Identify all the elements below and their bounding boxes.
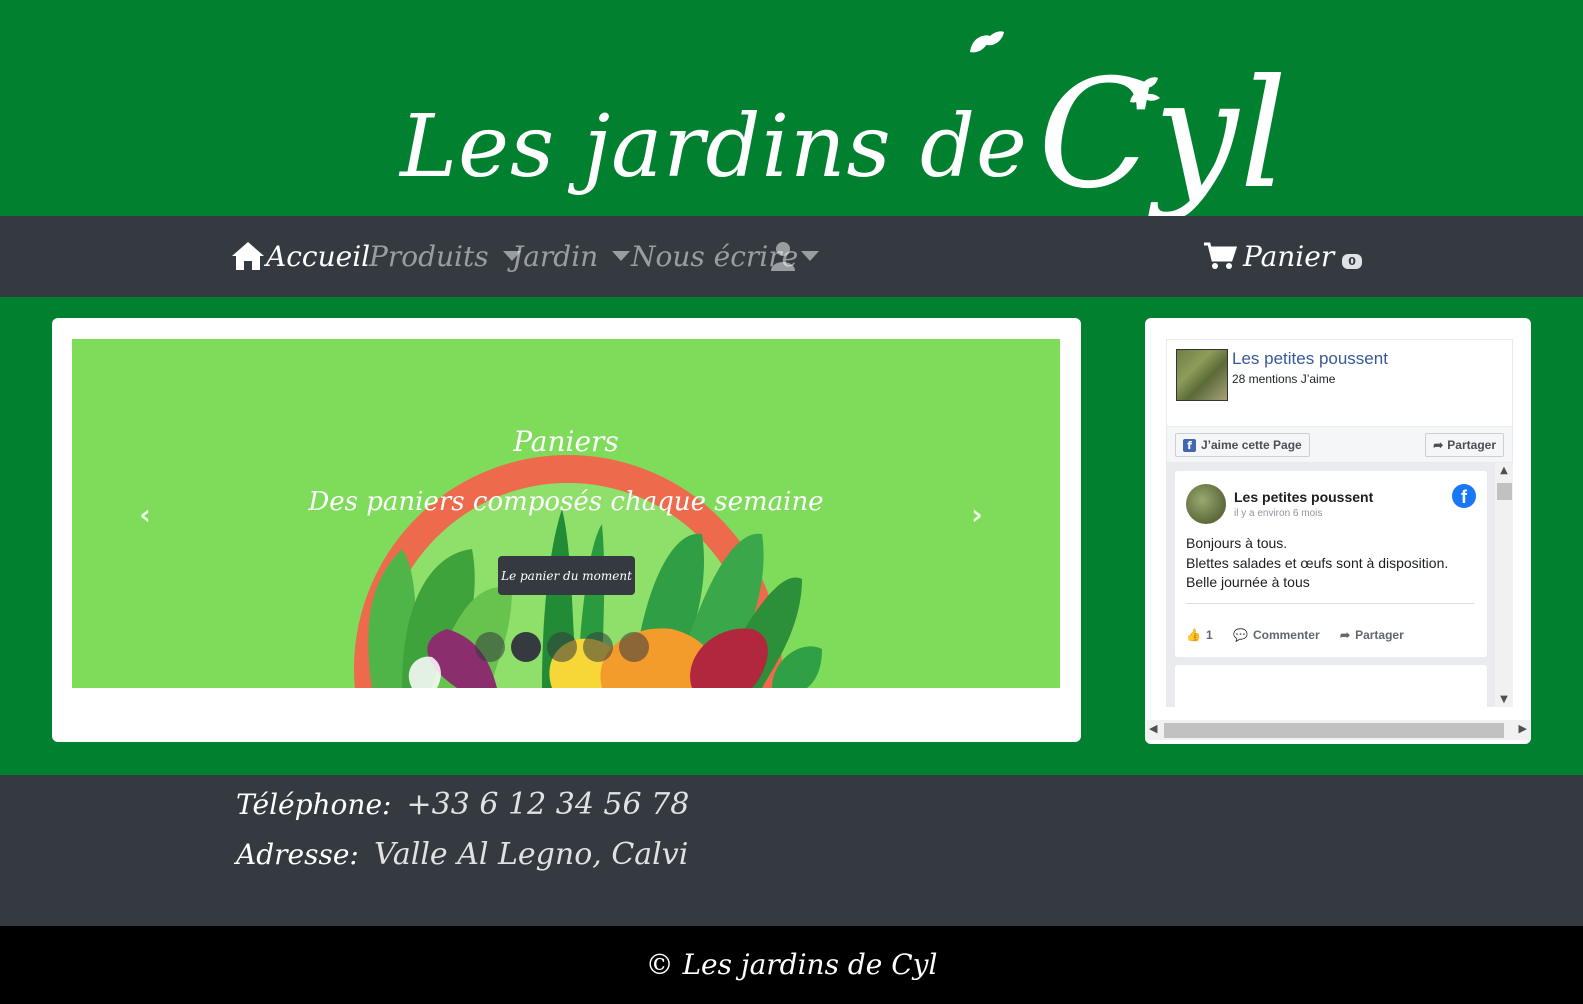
scroll-left-icon[interactable]: ◀ bbox=[1149, 722, 1157, 735]
home-icon bbox=[232, 242, 264, 270]
share-arrow-icon: ➦ bbox=[1433, 438, 1444, 452]
logo-text-big: Cyl bbox=[1037, 48, 1289, 222]
fb-post-author[interactable]: Les petites poussent bbox=[1234, 489, 1373, 505]
fb-post: Les petites poussent il y a environ 6 mo… bbox=[1175, 471, 1487, 657]
address-value: Valle Al Legno, Calvi bbox=[373, 837, 689, 872]
nav-cart[interactable]: Panier 0 bbox=[1203, 236, 1362, 276]
nav-products-dropdown[interactable]: Produits bbox=[369, 236, 521, 276]
fb-comment-label: Commenter bbox=[1252, 628, 1320, 642]
logo-text: Les jardins de bbox=[400, 97, 1028, 197]
copyright-bar: © Les jardins de Cyl bbox=[0, 926, 1583, 1004]
facebook-widget-card: Les petites poussent 28 mentions J’aime … bbox=[1145, 318, 1531, 744]
scrollbar-thumb[interactable] bbox=[1497, 483, 1512, 500]
horizontal-scrollbar[interactable]: ◀ ▶ bbox=[1145, 720, 1531, 740]
comment-icon: 💬 bbox=[1233, 628, 1248, 642]
fb-like-count: 1 bbox=[1205, 628, 1213, 642]
phone-value[interactable]: +33 6 12 34 56 78 bbox=[407, 787, 690, 822]
current-basket-button[interactable]: Le panier du moment bbox=[498, 556, 635, 595]
fb-post-text: Bonjours à tous. Blettes salades et œufs… bbox=[1186, 534, 1448, 593]
fb-post-time[interactable]: il y a environ 6 mois bbox=[1234, 508, 1322, 519]
carousel-indicator[interactable] bbox=[475, 632, 505, 662]
fb-post-line: Belle journée à tous bbox=[1186, 574, 1310, 590]
carousel-indicator[interactable] bbox=[583, 632, 613, 662]
carousel: Paniers Des paniers composés chaque sema… bbox=[72, 339, 1060, 688]
main-navbar: Accueil Produits Jardin Nous écrire Pani… bbox=[0, 216, 1583, 297]
chevron-right-icon: › bbox=[971, 497, 983, 531]
fb-page-header: Les petites poussent 28 mentions J’aime bbox=[1166, 339, 1513, 427]
fb-action-bar: f J’aime cette Page ➦ Partager bbox=[1166, 427, 1513, 463]
divider bbox=[1186, 603, 1474, 604]
carousel-indicator-active[interactable] bbox=[511, 632, 541, 662]
contact-info-footer: Téléphone: +33 6 12 34 56 78 Adresse: Va… bbox=[0, 775, 1583, 926]
scroll-down-icon[interactable]: ▼ bbox=[1495, 694, 1513, 705]
chevron-left-icon: ‹ bbox=[139, 497, 151, 531]
fb-feed[interactable]: Les petites poussent il y a environ 6 mo… bbox=[1166, 463, 1513, 707]
nav-garden-dropdown[interactable]: Jardin bbox=[512, 236, 631, 276]
cart-icon bbox=[1204, 242, 1237, 269]
nav-home[interactable]: Accueil bbox=[230, 236, 370, 276]
fb-like-page-label: J’aime cette Page bbox=[1201, 438, 1302, 452]
fb-share-label: Partager bbox=[1447, 438, 1496, 452]
caret-down-icon bbox=[801, 251, 819, 261]
fb-share-button[interactable]: ➦ Partager bbox=[1425, 433, 1504, 457]
fb-post-line: Bonjours à tous. bbox=[1186, 535, 1288, 551]
nav-user-dropdown[interactable] bbox=[771, 236, 819, 276]
fb-post-share-button[interactable]: ➦ Partager bbox=[1340, 628, 1404, 642]
fb-post-line: Blettes salades et œufs sont à dispositi… bbox=[1186, 554, 1449, 571]
leaf-icon bbox=[970, 31, 1004, 53]
fb-post-share-label: Partager bbox=[1355, 628, 1404, 642]
carousel-indicators bbox=[475, 632, 649, 662]
fb-page-likes: 28 mentions J’aime bbox=[1232, 372, 1336, 386]
thumbs-up-icon: 👍 bbox=[1186, 628, 1201, 642]
caret-down-icon bbox=[612, 251, 631, 261]
fb-page-name[interactable]: Les petites poussent bbox=[1232, 349, 1388, 369]
carousel-indicator[interactable] bbox=[547, 632, 577, 662]
carousel-title: Paniers bbox=[513, 425, 619, 458]
fb-page-thumbnail[interactable] bbox=[1176, 349, 1228, 401]
nav-home-label: Accueil bbox=[266, 239, 371, 273]
share-arrow-icon: ➦ bbox=[1340, 628, 1351, 642]
facebook-icon: f bbox=[1183, 438, 1196, 452]
fb-comment-button[interactable]: 💬 Commenter bbox=[1233, 628, 1320, 642]
copyright-text: © Les jardins de Cyl bbox=[645, 948, 938, 981]
scroll-up-icon[interactable]: ▲ bbox=[1495, 465, 1513, 476]
carousel-next-button[interactable]: › bbox=[962, 497, 992, 531]
cart-count-badge: 0 bbox=[1342, 253, 1362, 269]
carousel-card: Paniers Des paniers composés chaque sema… bbox=[52, 318, 1081, 742]
site-header: Les jardins deCyl bbox=[0, 0, 1583, 222]
facebook-logo-icon[interactable]: f bbox=[1452, 484, 1476, 508]
nav-garden-label: Jardin bbox=[512, 239, 599, 273]
phone-label: Téléphone: bbox=[236, 788, 392, 821]
fb-like-page-button[interactable]: f J’aime cette Page bbox=[1175, 433, 1310, 457]
nav-cart-label: Panier bbox=[1243, 239, 1335, 273]
address-label: Adresse: bbox=[236, 838, 359, 871]
avatar[interactable] bbox=[1186, 484, 1226, 524]
nav-products-label: Produits bbox=[369, 239, 489, 273]
leaf-icon bbox=[1130, 77, 1160, 103]
fb-post-like-button[interactable]: 👍 1 bbox=[1186, 628, 1213, 642]
scroll-right-icon[interactable]: ▶ bbox=[1519, 722, 1527, 735]
carousel-prev-button[interactable]: ‹ bbox=[130, 497, 160, 531]
carousel-subtitle: Des paniers composés chaque semaine bbox=[308, 487, 824, 517]
address-line: Adresse: Valle Al Legno, Calvi bbox=[236, 837, 688, 872]
vertical-scrollbar[interactable]: ▲ ▼ bbox=[1495, 463, 1513, 707]
user-icon bbox=[771, 242, 795, 271]
site-logo[interactable]: Les jardins deCyl bbox=[400, 8, 1287, 222]
scrollbar-thumb[interactable] bbox=[1164, 723, 1504, 738]
carousel-indicator[interactable] bbox=[619, 632, 649, 662]
phone-line: Téléphone: +33 6 12 34 56 78 bbox=[236, 787, 689, 822]
fb-post bbox=[1175, 665, 1487, 707]
